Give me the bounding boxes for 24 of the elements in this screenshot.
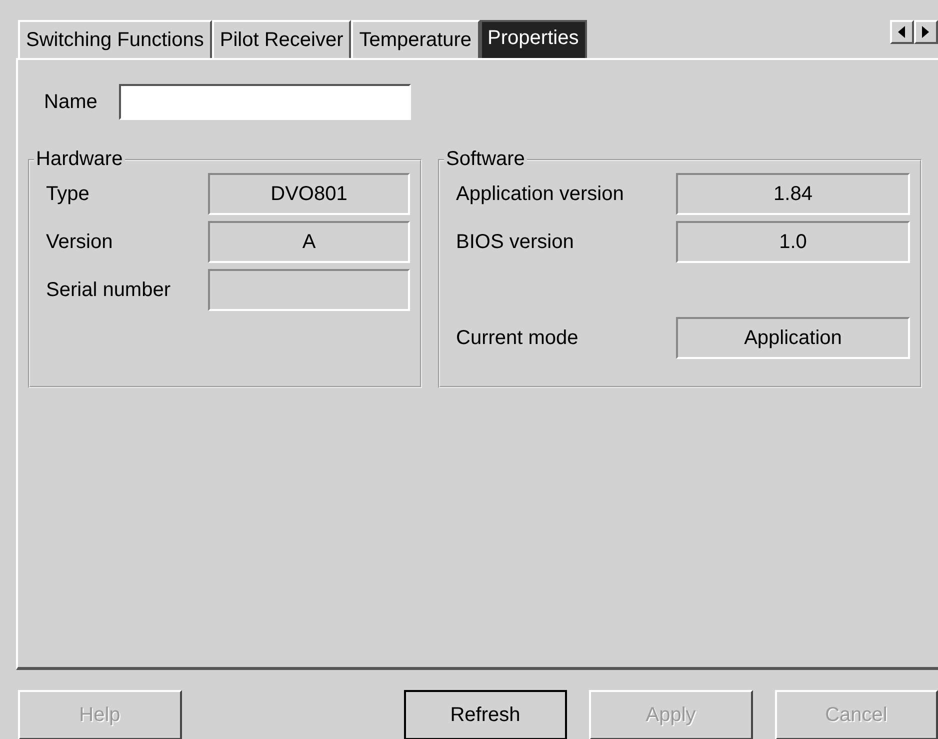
tab[interactable]: Temperature bbox=[351, 20, 480, 58]
readonly-field: 1.0 bbox=[676, 221, 910, 263]
group-title: Software bbox=[445, 148, 526, 171]
field-label: BIOS version bbox=[456, 230, 574, 254]
tab[interactable]: Pilot Receiver bbox=[212, 20, 352, 58]
field-label: Serial number bbox=[46, 278, 171, 302]
left-triangle-icon bbox=[898, 26, 906, 38]
readonly-field: 1.84 bbox=[676, 173, 910, 215]
scroll-left-button[interactable] bbox=[890, 20, 914, 44]
name-label: Name bbox=[44, 90, 98, 114]
group-title: Hardware bbox=[35, 148, 124, 171]
readonly-field: Application bbox=[676, 317, 910, 359]
dialog-button[interactable]: Refresh bbox=[404, 690, 567, 739]
right-triangle-icon bbox=[922, 26, 930, 38]
name-input[interactable] bbox=[119, 84, 412, 120]
readonly-field: DVO801 bbox=[208, 173, 410, 215]
field-label: Current mode bbox=[456, 326, 578, 350]
scroll-right-button[interactable] bbox=[914, 20, 938, 44]
field-label: Application version bbox=[456, 182, 624, 206]
readonly-field: A bbox=[208, 221, 410, 263]
tab[interactable]: Properties bbox=[480, 20, 587, 58]
field-label: Version bbox=[46, 230, 113, 254]
tab[interactable]: Switching Functions bbox=[18, 20, 212, 58]
field-label: Type bbox=[46, 182, 90, 206]
